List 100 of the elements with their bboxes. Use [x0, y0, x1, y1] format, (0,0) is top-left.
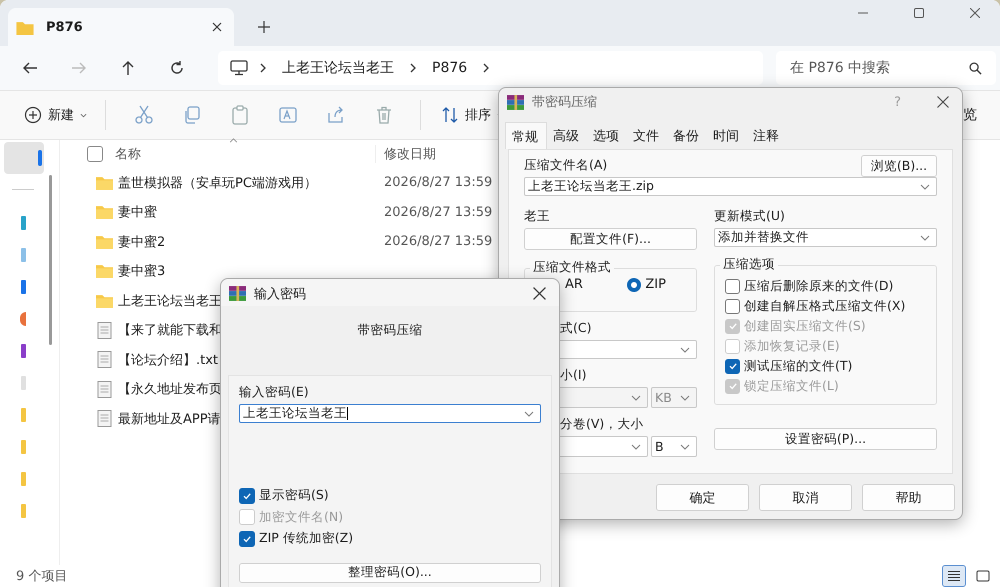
- chevron-down-icon[interactable]: [631, 394, 641, 400]
- checkmark-icon: [242, 534, 252, 544]
- dialog-button[interactable]: 帮助: [862, 484, 955, 511]
- checkbox-label: 加密文件名(N): [259, 508, 344, 526]
- column-header[interactable]: 修改日期: [375, 145, 436, 163]
- details-view-button[interactable]: [942, 565, 966, 587]
- document-icon: [96, 380, 113, 398]
- chevron-right-icon: [260, 63, 266, 73]
- field-label: 输入密码(E): [239, 384, 310, 401]
- chevron-right-icon: [410, 63, 416, 73]
- new-tab-icon[interactable]: [258, 21, 270, 33]
- checkbox-label: 创建自解压格式压缩文件(X): [744, 298, 906, 314]
- checkbox[interactable]: [725, 358, 740, 374]
- field-label: 分卷(V)，大小: [560, 416, 644, 433]
- paste-icon[interactable]: [230, 105, 250, 125]
- search-icon: [969, 62, 982, 75]
- checkbox[interactable]: [239, 530, 255, 547]
- list-lines-icon: [947, 570, 961, 582]
- plus-icon: [24, 106, 42, 124]
- update-mode-dropdown[interactable]: 添加并替换文件: [714, 228, 937, 247]
- dialog-title: 带密码压缩: [532, 94, 597, 111]
- profiles-button[interactable]: 配置文件(F)...: [524, 228, 697, 250]
- item-count: 9 个项目: [16, 568, 68, 585]
- select-all-checkbox[interactable]: [87, 146, 103, 162]
- chevron-down-icon[interactable]: [631, 444, 641, 450]
- checkbox[interactable]: [725, 298, 740, 314]
- close-icon[interactable]: [937, 96, 949, 108]
- dialog-button[interactable]: 取消: [759, 484, 852, 511]
- file-name[interactable]: 妻中蜜3: [118, 262, 384, 280]
- document-icon: [96, 322, 113, 339]
- file-name[interactable]: 妻中蜜: [118, 203, 384, 222]
- checkbox-label: 创建固实压缩文件(S): [744, 318, 866, 334]
- rename-icon[interactable]: [278, 105, 298, 125]
- modified-date: 2026/8/27 13:59: [384, 234, 492, 250]
- computer-icon: [230, 60, 248, 76]
- square-icon: [976, 570, 990, 582]
- maximize-icon[interactable]: [914, 8, 924, 18]
- delete-icon[interactable]: [374, 105, 394, 125]
- field-label: 小(I): [560, 367, 588, 384]
- folder-icon: [16, 20, 34, 34]
- set-password-button[interactable]: 设置密码(P)...: [714, 428, 937, 450]
- file-name[interactable]: 妻中蜜2: [118, 232, 384, 251]
- checkbox[interactable]: [239, 488, 255, 504]
- chevron-down-icon[interactable]: [680, 346, 690, 352]
- breadcrumb-item[interactable]: P876: [428, 60, 472, 76]
- search-field[interactable]: 在 P876 中搜索: [776, 51, 996, 85]
- cut-icon[interactable]: [134, 105, 154, 125]
- archive-app-icon: [507, 94, 524, 110]
- unit-dropdown[interactable]: B: [651, 436, 697, 457]
- tab[interactable]: 常规: [505, 122, 547, 149]
- sort-caret-icon: [229, 138, 238, 143]
- checkbox[interactable]: [725, 278, 740, 294]
- radio-button[interactable]: [627, 278, 642, 292]
- folder-icon: [96, 294, 113, 308]
- nav-icon[interactable]: [20, 312, 26, 326]
- checkbox-label: ZIP 传统加密(Z): [259, 530, 354, 548]
- radio-label[interactable]: ZIP: [645, 277, 666, 292]
- chevron-down-icon[interactable]: [524, 410, 534, 416]
- dialog-subtitle: 带密码压缩: [356, 322, 424, 339]
- checkbox-label: 添加恢复记录(E): [744, 338, 840, 354]
- checkbox-label: 压缩后删除原来的文件(D): [744, 278, 894, 294]
- radio-label[interactable]: AR: [565, 277, 628, 292]
- chevron-down-icon[interactable]: [680, 444, 690, 450]
- document-icon: [96, 410, 113, 428]
- dialog-button[interactable]: 确定: [656, 484, 749, 511]
- column-header[interactable]: 名称: [115, 145, 375, 163]
- refresh-icon[interactable]: [169, 60, 185, 76]
- file-name[interactable]: 盖世模拟器（安卓玩PC端游戏用）: [118, 174, 384, 192]
- folder-icon: [96, 264, 113, 278]
- chevron-down-icon[interactable]: [680, 394, 690, 400]
- checkbox-label: 测试压缩的文件(T): [744, 358, 852, 374]
- scrollbar[interactable]: [49, 175, 52, 345]
- folder-icon: [96, 205, 113, 220]
- chevron-down-icon[interactable]: [920, 184, 930, 190]
- back-icon[interactable]: [22, 60, 38, 76]
- caret-icon: [80, 112, 87, 118]
- new-button[interactable]: 新建: [18, 102, 93, 128]
- archive-name-combo[interactable]: 上老王论坛当老王.zip: [524, 177, 937, 196]
- group-title: 压缩选项: [720, 256, 778, 273]
- toolbar-label[interactable]: 览: [963, 106, 977, 124]
- modified-date: 2026/8/27 13:59: [384, 204, 492, 220]
- dialog-title: 输入密码: [254, 286, 306, 302]
- up-icon[interactable]: [120, 60, 136, 76]
- close-icon[interactable]: [212, 22, 222, 32]
- chevron-down-icon[interactable]: [920, 234, 930, 240]
- checkbox-label: 显示密码(S): [259, 487, 329, 504]
- nav-item-highlight[interactable]: [4, 142, 44, 174]
- organize-passwords-button[interactable]: 整理密码(O)...: [239, 562, 541, 582]
- breadcrumb-item[interactable]: 上老王论坛当老王: [278, 59, 398, 77]
- archive-app-icon: [229, 286, 246, 301]
- browse-button[interactable]: 浏览(B)...: [861, 155, 937, 177]
- close-icon[interactable]: [533, 287, 546, 300]
- checkbox-label: 锁定压缩文件(L): [744, 378, 839, 394]
- folder-icon: [96, 234, 113, 249]
- close-icon[interactable]: [970, 8, 980, 18]
- password-field[interactable]: 上老王论坛当老王: [239, 404, 541, 423]
- folder-icon: [96, 176, 113, 190]
- field-label: 压缩文件名(A): [524, 157, 608, 174]
- tab[interactable]: P876: [8, 8, 234, 46]
- address-bar[interactable]: 上老王论坛当老王 P876: [218, 51, 763, 85]
